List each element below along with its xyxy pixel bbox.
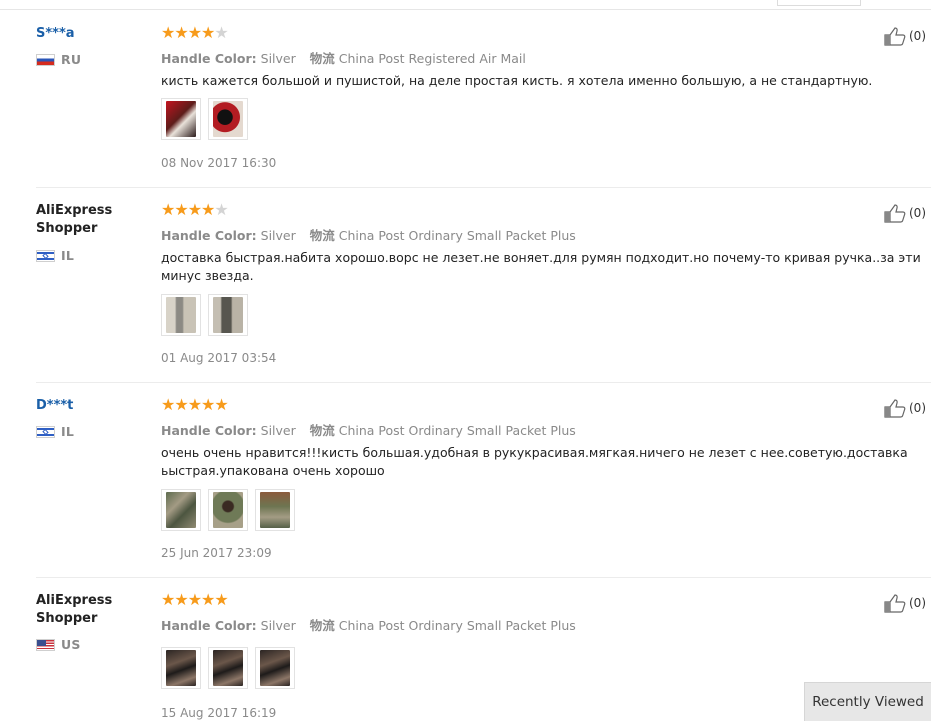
- recently-viewed-button[interactable]: Recently Viewed: [804, 682, 931, 721]
- thumbs-up-icon: [884, 594, 906, 613]
- country-code: RU: [61, 52, 82, 67]
- review-text: очень очень нравится!!!кисть большая.удо…: [161, 445, 908, 478]
- star-rating: ★ ★ ★ ★ ★: [161, 395, 229, 414]
- star-filled-icon: ★: [187, 23, 202, 42]
- review-date: 08 Nov 2017 16:30: [161, 156, 277, 170]
- like-button[interactable]: (0): [883, 203, 926, 223]
- star-filled-icon: ★: [187, 395, 202, 414]
- review-item: S***a RU ★ ★ ★ ★ ★ Handle Color: Silver 物流 Ch…: [36, 10, 931, 188]
- like-button[interactable]: (0): [883, 593, 926, 613]
- reviewer-country: IL: [36, 424, 74, 439]
- review-images: [161, 98, 248, 140]
- like-button[interactable]: (0): [883, 26, 926, 46]
- review-date: 01 Aug 2017 03:54: [161, 351, 277, 365]
- reviewer-name[interactable]: AliExpress Shopper: [36, 202, 151, 238]
- review-image-thumbnail[interactable]: [255, 489, 295, 531]
- like-count: (0): [909, 29, 926, 43]
- review-image-thumbnail[interactable]: [208, 647, 248, 689]
- star-filled-icon: ★: [174, 200, 188, 219]
- star-filled-icon: ★: [174, 590, 188, 609]
- review-item: AliExpress Shopper US ★ ★ ★ ★ ★ Handle Color…: [36, 578, 931, 721]
- review-item: D***t IL ★ ★ ★ ★ ★ Handle Color: Silver 物流 Ch…: [36, 383, 931, 578]
- flag-ru-icon: [36, 53, 55, 66]
- shipping-label: 物流: [309, 228, 335, 243]
- star-rating: ★ ★ ★ ★ ★: [161, 200, 229, 219]
- attr-label: Handle Color:: [161, 423, 257, 438]
- star-filled-icon: ★: [201, 200, 215, 219]
- star-filled-icon: ★: [161, 23, 175, 42]
- reviewer-name[interactable]: AliExpress Shopper: [36, 592, 151, 628]
- reviewer-name[interactable]: D***t: [36, 397, 151, 415]
- flag-il-icon: [36, 425, 55, 438]
- attr-label: Handle Color:: [161, 618, 257, 633]
- attr-label: Handle Color:: [161, 51, 257, 66]
- star-filled-icon: ★: [214, 395, 228, 414]
- review-image-thumbnail[interactable]: [208, 489, 248, 531]
- star-filled-icon: ★: [174, 23, 188, 42]
- review-text: кисть кажется большой и пушистой, на дел…: [161, 73, 873, 88]
- attr-value: Silver: [260, 618, 296, 633]
- like-count: (0): [909, 206, 926, 220]
- reviewer-country: RU: [36, 52, 81, 67]
- star-filled-icon: ★: [174, 395, 188, 414]
- reviewer-country: US: [36, 637, 81, 652]
- thumbs-up-icon: [884, 204, 906, 223]
- star-empty-icon: ★: [214, 200, 228, 219]
- star-empty-icon: ★: [214, 23, 228, 42]
- country-code: IL: [61, 248, 75, 263]
- shipping-method: China Post Ordinary Small Packet Plus: [338, 423, 576, 438]
- star-filled-icon: ★: [187, 200, 202, 219]
- review-images: [161, 489, 295, 531]
- review-image-thumbnail[interactable]: [208, 294, 248, 336]
- review-image-thumbnail[interactable]: [208, 98, 248, 140]
- star-filled-icon: ★: [161, 395, 175, 414]
- star-filled-icon: ★: [187, 590, 202, 609]
- review-attributes: Handle Color: Silver 物流 China Post Regist…: [161, 48, 526, 67]
- shipping-label: 物流: [309, 423, 335, 438]
- star-filled-icon: ★: [161, 200, 175, 219]
- star-filled-icon: ★: [161, 590, 175, 609]
- shipping-label: 物流: [309, 51, 335, 66]
- review-image-thumbnail[interactable]: [161, 647, 201, 689]
- shipping-method: China Post Registered Air Mail: [338, 51, 526, 66]
- review-date: 15 Aug 2017 16:19: [161, 706, 277, 720]
- review-image-thumbnail[interactable]: [255, 647, 295, 689]
- like-count: (0): [909, 401, 926, 415]
- review-attributes: Handle Color: Silver 物流 China Post Ordina…: [161, 420, 576, 439]
- like-count: (0): [909, 596, 926, 610]
- like-button[interactable]: (0): [883, 398, 926, 418]
- shipping-method: China Post Ordinary Small Packet Plus: [338, 228, 576, 243]
- attr-value: Silver: [260, 51, 296, 66]
- star-filled-icon: ★: [214, 590, 228, 609]
- shipping-label: 物流: [309, 618, 335, 633]
- flag-us-icon: [36, 638, 55, 651]
- review-text: доставка быстрая.набита хорошо.ворс не л…: [161, 250, 921, 283]
- reviewer-country: IL: [36, 248, 74, 263]
- country-code: IL: [61, 424, 75, 439]
- thumbs-up-icon: [884, 399, 906, 418]
- review-image-thumbnail[interactable]: [161, 489, 201, 531]
- star-filled-icon: ★: [201, 590, 215, 609]
- attr-value: Silver: [260, 228, 296, 243]
- review-attributes: Handle Color: Silver 物流 China Post Ordina…: [161, 225, 576, 244]
- sort-dropdown-edge[interactable]: [777, 0, 861, 6]
- reviewer-name[interactable]: S***a: [36, 25, 151, 43]
- star-rating: ★ ★ ★ ★ ★: [161, 590, 229, 609]
- review-images: [161, 294, 248, 336]
- review-images: [161, 647, 295, 689]
- review-image-thumbnail[interactable]: [161, 98, 201, 140]
- flag-il-icon: [36, 249, 55, 262]
- thumbs-up-icon: [884, 27, 906, 46]
- review-image-thumbnail[interactable]: [161, 294, 201, 336]
- review-item: AliExpress Shopper IL ★ ★ ★ ★ ★ Handle Color…: [36, 188, 931, 383]
- review-attributes: Handle Color: Silver 物流 China Post Ordina…: [161, 615, 576, 634]
- country-code: US: [61, 637, 81, 652]
- shipping-method: China Post Ordinary Small Packet Plus: [338, 618, 576, 633]
- star-filled-icon: ★: [201, 395, 215, 414]
- attr-label: Handle Color:: [161, 228, 257, 243]
- star-rating: ★ ★ ★ ★ ★: [161, 23, 229, 42]
- review-date: 25 Jun 2017 23:09: [161, 546, 272, 560]
- attr-value: Silver: [260, 423, 296, 438]
- star-filled-icon: ★: [201, 23, 215, 42]
